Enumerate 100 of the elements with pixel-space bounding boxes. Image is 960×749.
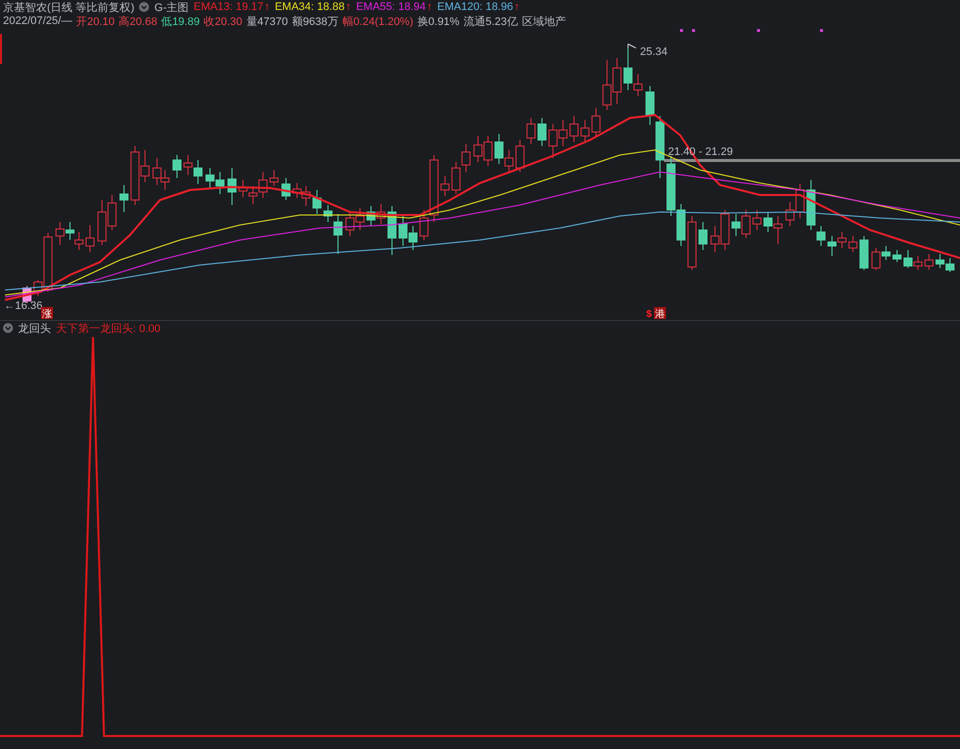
quote-value: 额9638万 — [292, 14, 338, 28]
candlestick — [86, 224, 94, 252]
candlestick — [732, 214, 740, 236]
indicator-value: EMA120: 18.96 — [437, 1, 514, 13]
candlestick — [838, 232, 846, 248]
candlestick — [946, 258, 954, 272]
indicator-value: EMA13: 19.17 — [194, 1, 264, 13]
quote-value: 收20.30 — [204, 14, 242, 28]
candlestick — [516, 140, 524, 172]
quote-value: 低19.89 — [161, 14, 200, 28]
high-price-label: 25.34 — [640, 46, 668, 58]
stock-title: 京基智农(日线 等比前复权) — [3, 0, 134, 14]
candlestick — [936, 254, 944, 268]
candlestick — [860, 236, 868, 270]
candlestick — [764, 212, 772, 232]
candlestick — [108, 194, 116, 230]
candlestick — [376, 204, 386, 224]
candlestick — [742, 210, 750, 238]
indicator-value: EMA34: 18.88 — [274, 1, 345, 13]
candlestick — [580, 120, 590, 142]
candlestick — [302, 186, 310, 206]
candlestick — [774, 216, 782, 244]
candlestick — [206, 168, 214, 188]
candlestick — [216, 172, 224, 194]
low-price-label: ←16.36 — [4, 300, 43, 312]
candlestick — [282, 178, 290, 200]
candlestick — [270, 170, 278, 186]
candlestick — [408, 226, 418, 250]
quote-value: 幅0.24(1.20%) — [342, 14, 414, 28]
candlestick — [98, 200, 106, 246]
candlestick — [904, 250, 912, 268]
candlestick — [160, 170, 170, 190]
candlestick — [504, 150, 514, 172]
quote-value: 量47370 — [246, 14, 288, 28]
candlestick — [474, 136, 482, 162]
up-arrow-icon: ↑ — [264, 1, 270, 13]
flag-icon — [628, 44, 636, 48]
candlestick — [924, 254, 934, 270]
quote-value: 流通5.23亿 — [463, 14, 518, 28]
candlestick — [602, 60, 612, 110]
candlestick — [612, 58, 622, 104]
candlestick — [592, 108, 600, 138]
candlestick — [548, 124, 558, 158]
candlestick — [828, 236, 836, 256]
quote-value: 开20.10 — [76, 14, 115, 28]
candlestick — [312, 190, 322, 214]
indicator-name: 龙回头 — [18, 322, 51, 336]
candlestick — [238, 180, 248, 198]
dropdown-icon[interactable] — [3, 323, 13, 333]
candlestick — [184, 154, 192, 176]
candlestick — [526, 118, 536, 144]
candlestick — [494, 134, 504, 164]
candlestick — [366, 206, 376, 226]
quote-value: 区域地产 — [522, 14, 566, 28]
candlestick — [676, 204, 686, 246]
candlestick — [752, 210, 762, 230]
candlestick — [538, 118, 546, 146]
candlestick — [462, 144, 470, 172]
candlestick — [452, 162, 460, 194]
quote-value: 2022/07/25/— — [3, 15, 72, 27]
candlestick — [292, 182, 302, 198]
candlestick — [570, 116, 578, 142]
indicator-value: EMA55: 18.94 — [356, 1, 426, 13]
candlestick — [892, 250, 902, 262]
template-label[interactable]: G-主图 — [154, 0, 189, 14]
candlestick — [194, 160, 202, 184]
candlestick — [698, 222, 708, 250]
candlestick — [120, 184, 128, 212]
candlestick — [688, 216, 696, 270]
candlestick — [346, 212, 354, 236]
candlestick — [248, 186, 258, 204]
candlestick — [558, 120, 568, 146]
candlestick — [258, 172, 268, 198]
candlestick — [152, 158, 162, 186]
indicator-formula: 天下第一龙回头: 0.00 — [56, 322, 161, 336]
candlestick — [74, 232, 84, 250]
candlestick — [914, 256, 922, 270]
candlestick — [398, 216, 408, 246]
candlestick — [66, 222, 74, 240]
up-arrow-icon: ↑ — [426, 1, 432, 13]
dollar-mark: $ — [646, 309, 652, 320]
candlestick — [356, 208, 364, 230]
up-arrow-icon: ↑ — [514, 1, 520, 13]
candlestick — [848, 236, 858, 252]
candlestick — [484, 136, 492, 166]
quote-value: 换0.91% — [417, 14, 460, 28]
dropdown-icon[interactable] — [139, 2, 150, 12]
candlestick — [228, 168, 236, 206]
candlestick — [172, 154, 182, 178]
candlestick — [440, 176, 450, 196]
candlestick — [786, 202, 794, 226]
candlestick — [56, 222, 64, 246]
up-arrow-icon: ↑ — [346, 1, 352, 13]
market-badge: 涨 — [41, 307, 53, 320]
quote-value: 高20.68 — [118, 14, 158, 28]
candlestick — [388, 206, 396, 256]
market-badge: 港 — [654, 307, 666, 320]
cursor-line — [0, 34, 2, 64]
candlestick — [666, 156, 676, 216]
candlestick — [796, 184, 804, 218]
